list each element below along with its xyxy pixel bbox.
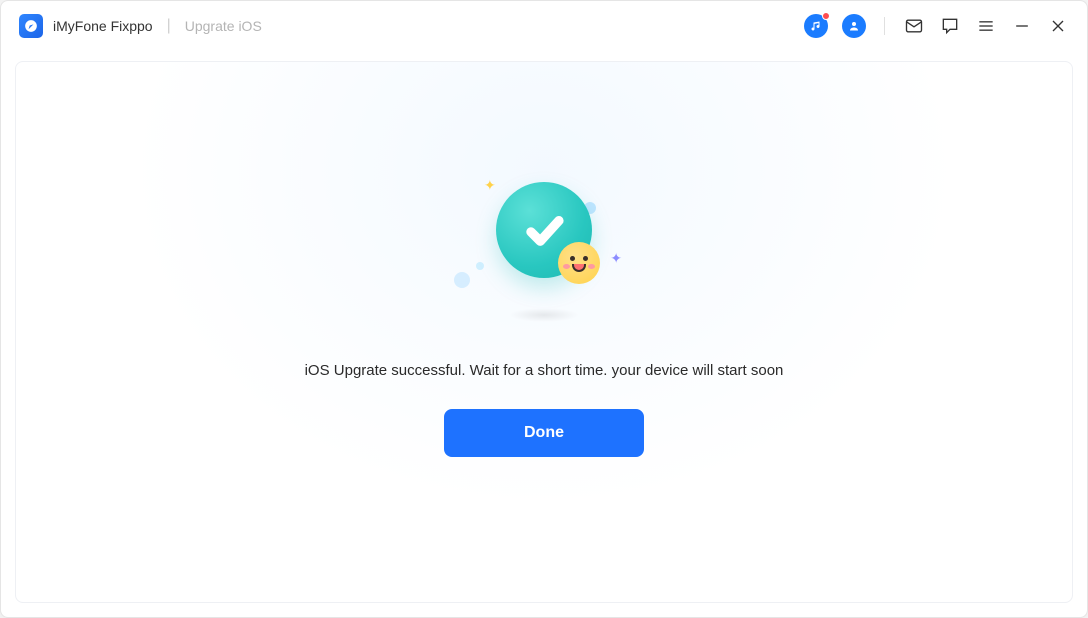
titlebar: iMyFone Fixppo | Upgrate iOS xyxy=(1,1,1087,51)
menu-icon[interactable] xyxy=(975,15,997,37)
close-icon[interactable] xyxy=(1047,15,1069,37)
feedback-icon[interactable] xyxy=(939,15,961,37)
decor-dot xyxy=(476,262,484,270)
separator xyxy=(884,17,885,35)
mail-icon[interactable] xyxy=(903,15,925,37)
main-panel: ✦ ✦ iOS Upgrate successful. Wait for a s… xyxy=(15,61,1073,603)
done-button[interactable]: Done xyxy=(444,409,644,457)
app-window: iMyFone Fixppo | Upgrate iOS xyxy=(0,0,1088,618)
music-icon[interactable] xyxy=(804,14,828,38)
minimize-icon[interactable] xyxy=(1011,15,1033,37)
status-message: iOS Upgrate successful. Wait for a short… xyxy=(305,362,784,379)
smiley-icon xyxy=(558,242,600,284)
notification-badge xyxy=(822,12,830,20)
shadow xyxy=(509,308,579,322)
title-separator: | xyxy=(167,17,171,35)
success-illustration: ✦ ✦ xyxy=(454,172,634,322)
titlebar-right xyxy=(804,14,1069,38)
app-title: iMyFone Fixppo xyxy=(53,18,153,34)
titlebar-left: iMyFone Fixppo | Upgrate iOS xyxy=(19,14,262,38)
app-logo-icon xyxy=(19,14,43,38)
decor-dot xyxy=(454,272,470,288)
account-icon[interactable] xyxy=(842,14,866,38)
content-area: ✦ ✦ iOS Upgrate successful. Wait for a s… xyxy=(1,51,1087,617)
sparkle-icon: ✦ xyxy=(610,250,622,267)
sparkle-icon: ✦ xyxy=(484,177,496,194)
app-subtitle: Upgrate iOS xyxy=(185,18,262,34)
